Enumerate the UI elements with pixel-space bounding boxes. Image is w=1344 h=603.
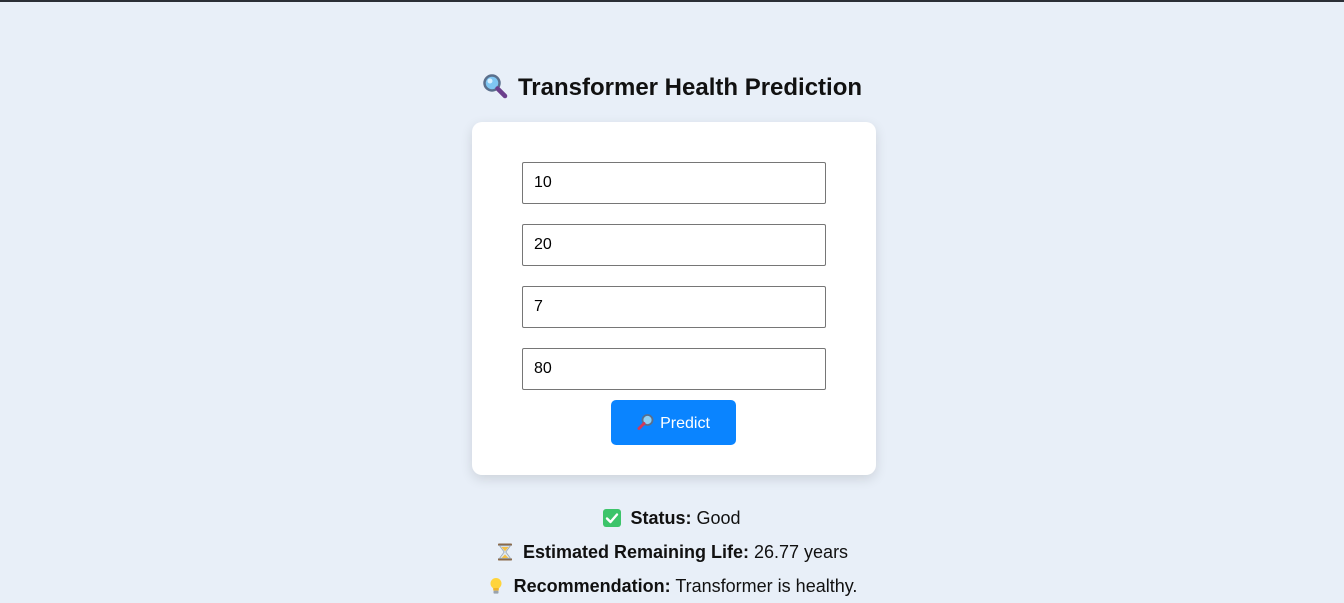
top-border [0, 0, 1344, 2]
predict-button-label: Predict [660, 414, 710, 432]
recommendation-line: Recommendation: Transformer is healthy. [0, 574, 1344, 598]
lightbulb-icon [490, 578, 502, 594]
input-field-2[interactable] [522, 224, 826, 266]
remaining-life-line: Estimated Remaining Life: 26.77 years [0, 540, 1344, 564]
input-field-3[interactable] [522, 286, 826, 328]
recommendation-value: Transformer is healthy. [675, 576, 858, 596]
magnifier-icon [637, 413, 654, 430]
check-mark-icon [603, 509, 622, 527]
predict-button[interactable]: Predict [611, 400, 736, 445]
prediction-form-card: Predict [472, 122, 876, 475]
page-title: Transformer Health Prediction [0, 72, 1344, 104]
hourglass-icon [497, 543, 512, 561]
input-field-4[interactable] [522, 348, 826, 390]
magnifier-icon [483, 74, 508, 99]
status-label: Status: [630, 508, 692, 528]
input-field-1[interactable] [522, 162, 826, 204]
page-title-text: Transformer Health Prediction [517, 74, 863, 101]
remaining-life-label: Estimated Remaining Life: [522, 542, 749, 562]
recommendation-label: Recommendation: [513, 576, 671, 596]
status-line: Status: Good [0, 506, 1344, 530]
remaining-life-value: 26.77 years [754, 542, 849, 562]
status-value: Good [696, 508, 741, 528]
